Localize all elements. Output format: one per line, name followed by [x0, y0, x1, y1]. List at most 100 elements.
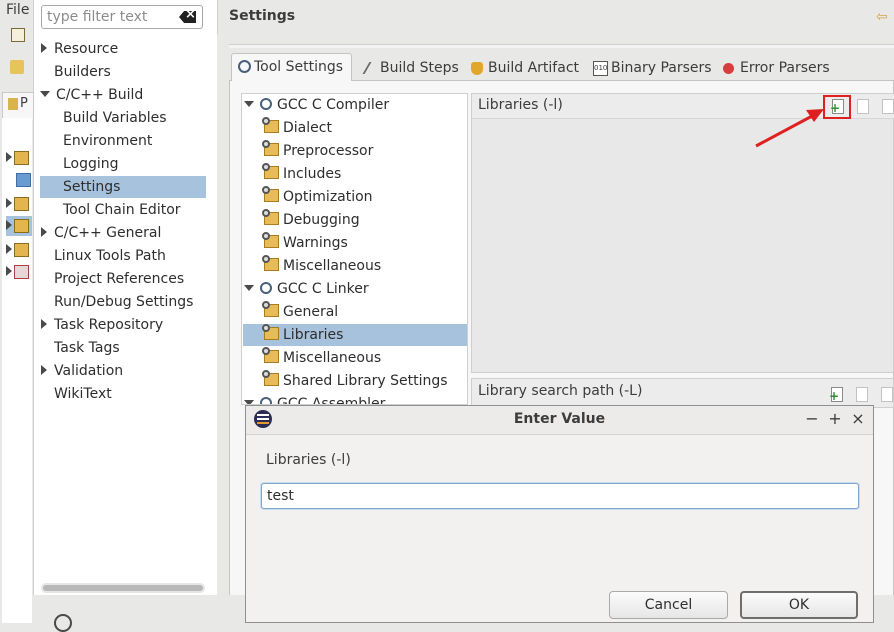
build-steps-icon: [362, 62, 382, 74]
nav-item-run-debug-settings[interactable]: Run/Debug Settings: [54, 291, 193, 313]
project-row[interactable]: [6, 262, 32, 282]
config-area-divider: [229, 44, 894, 48]
help-icon[interactable]: [54, 614, 72, 632]
nav-item-label: Tool Chain Editor: [63, 202, 181, 218]
project-error-icon: [14, 265, 29, 279]
nav-item-task-tags[interactable]: Task Tags: [54, 337, 120, 359]
tree-item-label: GCC C Linker: [277, 281, 369, 297]
option-category-icon: [262, 186, 279, 202]
project-row[interactable]: [6, 240, 32, 260]
nav-item-label: Settings: [63, 179, 121, 195]
dialog-field-label: Libraries (-l): [266, 452, 351, 468]
tool-icon: [260, 397, 272, 404]
tree-item-includes[interactable]: Includes: [262, 163, 341, 185]
nav-item-linux-tools-path[interactable]: Linux Tools Path: [54, 245, 166, 267]
collapse-icon[interactable]: [40, 91, 50, 97]
tree-item-gcc-c-compiler[interactable]: GCC C Compiler: [244, 94, 389, 116]
expand-icon[interactable]: [6, 266, 12, 276]
tab-tool-settings[interactable]: Tool Settings: [231, 53, 352, 81]
dialog-title: Enter Value: [513, 411, 606, 427]
nav-item-validation[interactable]: Validation: [41, 360, 123, 382]
tree-item-miscellaneous[interactable]: Miscellaneous: [262, 255, 381, 277]
tab-build-artifact[interactable]: Build Artifact: [466, 56, 579, 80]
nav-item-builders[interactable]: Builders: [54, 61, 111, 83]
scrollbar-thumb[interactable]: [43, 585, 203, 591]
tree-item-label: GCC C Compiler: [277, 97, 390, 113]
tab-build-steps[interactable]: Build Steps: [358, 56, 459, 80]
tree-item-gcc-assembler[interactable]: GCC Assembler: [244, 393, 385, 404]
tree-item-dialect[interactable]: Dialect: [262, 117, 332, 139]
project-row[interactable]: [6, 170, 32, 190]
menu-file[interactable]: File: [6, 2, 29, 18]
ok-button[interactable]: OK: [740, 591, 858, 619]
project-explorer-pane: [2, 118, 32, 623]
tab-error-parsers[interactable]: Error Parsers: [718, 56, 830, 80]
tree-item-general[interactable]: General: [262, 301, 339, 323]
tool-icon: [260, 98, 272, 110]
option-category-icon: [262, 209, 279, 225]
project-row[interactable]: [6, 194, 32, 214]
expand-icon[interactable]: [6, 244, 12, 254]
minimize-icon[interactable]: −: [803, 409, 821, 429]
page-title: Settings: [229, 8, 296, 24]
filter-input[interactable]: [47, 8, 167, 26]
delete-library-icon[interactable]: [855, 99, 869, 114]
nav-item-project-references[interactable]: Project References: [54, 268, 184, 290]
nav-item-cpp-general[interactable]: C/C++ General: [41, 222, 161, 244]
collapse-icon[interactable]: [244, 285, 254, 291]
binary-icon: 010: [593, 61, 608, 76]
tab-binary-parsers[interactable]: 010 Binary Parsers: [589, 56, 712, 80]
tree-item-warnings[interactable]: Warnings: [262, 232, 348, 254]
project-row-selected[interactable]: [6, 216, 32, 236]
expand-icon[interactable]: [41, 319, 47, 329]
nav-item-environment[interactable]: Environment: [63, 130, 152, 152]
tree-item-gcc-c-linker[interactable]: GCC C Linker: [244, 278, 369, 300]
option-category-icon: [262, 163, 279, 179]
maximize-icon[interactable]: +: [826, 409, 844, 429]
nav-item-cpp-build[interactable]: C/C++ Build: [40, 84, 143, 106]
collapse-icon[interactable]: [244, 101, 254, 107]
value-input[interactable]: [261, 483, 859, 509]
clear-filter-icon[interactable]: [179, 11, 196, 23]
expand-icon[interactable]: [6, 198, 12, 208]
expand-icon[interactable]: [41, 43, 47, 53]
expand-icon[interactable]: [6, 220, 12, 230]
option-category-icon: [262, 232, 279, 248]
nav-item-settings[interactable]: Settings: [40, 176, 206, 198]
project-row[interactable]: [6, 148, 32, 168]
back-arrow-icon[interactable]: ⇦: [876, 9, 894, 25]
expand-icon[interactable]: [6, 152, 12, 162]
nav-item-label: C/C++ Build: [56, 87, 144, 103]
tree-item-optimization[interactable]: Optimization: [262, 186, 373, 208]
tree-item-preprocessor[interactable]: Preprocessor: [262, 140, 374, 162]
expand-icon[interactable]: [41, 227, 47, 237]
tree-item-label: Preprocessor: [283, 143, 374, 159]
cancel-button[interactable]: Cancel: [609, 591, 728, 619]
nav-item-task-repository[interactable]: Task Repository: [41, 314, 163, 336]
tree-item-shared-library-settings[interactable]: Shared Library Settings: [262, 370, 448, 392]
nav-item-resource[interactable]: Resource: [41, 38, 118, 60]
edit-library-icon[interactable]: [880, 99, 894, 114]
nav-item-wikitext[interactable]: WikiText: [54, 383, 112, 405]
download-icon[interactable]: [10, 60, 24, 74]
expand-icon[interactable]: [41, 365, 47, 375]
nav-item-label: Project References: [54, 271, 185, 287]
delete-search-path-icon[interactable]: [854, 387, 868, 402]
tree-item-label: Miscellaneous: [283, 350, 382, 366]
tree-item-libraries[interactable]: Libraries: [243, 324, 467, 346]
nav-item-tool-chain-editor[interactable]: Tool Chain Editor: [63, 199, 181, 221]
nav-horizontal-scrollbar[interactable]: [41, 583, 205, 593]
add-search-path-icon[interactable]: +: [829, 387, 843, 402]
new-file-icon[interactable]: [11, 28, 25, 42]
tree-item-label: General: [283, 304, 339, 320]
option-category-icon: [262, 301, 279, 317]
nav-item-build-variables[interactable]: Build Variables: [63, 107, 167, 129]
tree-item-debugging[interactable]: Debugging: [262, 209, 360, 231]
project-explorer-tab[interactable]: P: [2, 92, 34, 119]
close-icon[interactable]: ×: [849, 409, 867, 429]
nav-item-label: Environment: [63, 133, 153, 149]
nav-item-logging[interactable]: Logging: [63, 153, 119, 175]
edit-search-path-icon[interactable]: [879, 387, 893, 402]
option-category-icon: [262, 347, 279, 363]
tree-item-miscellaneous[interactable]: Miscellaneous: [262, 347, 382, 369]
